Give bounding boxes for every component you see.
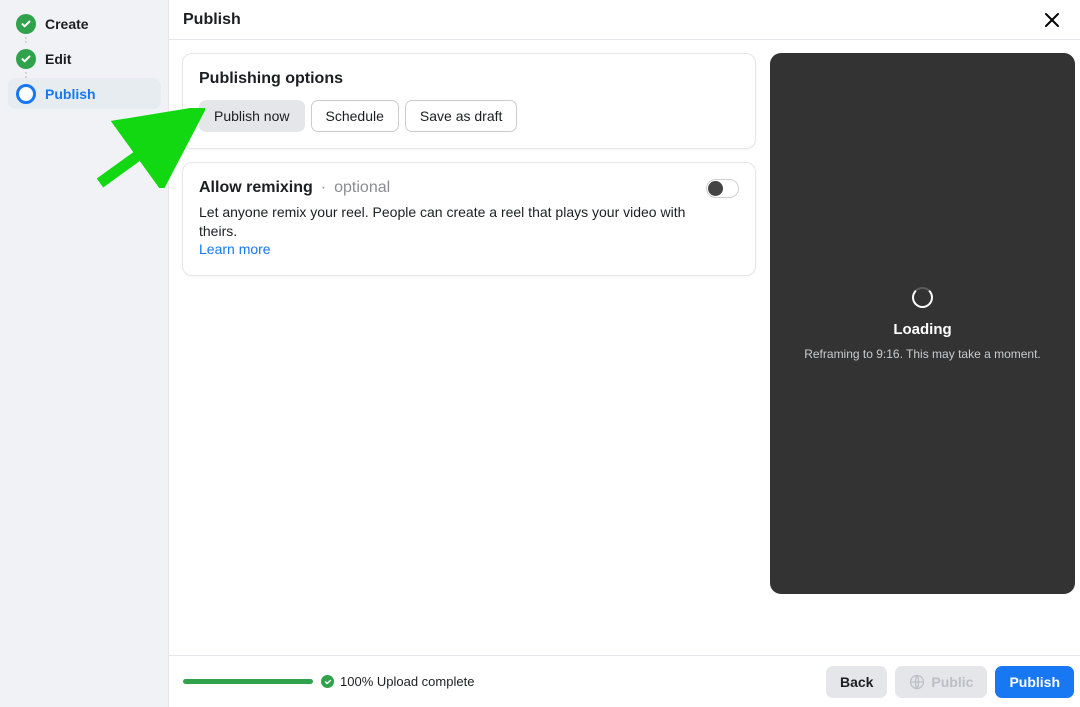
privacy-button[interactable]: Public (895, 666, 987, 698)
upload-status-label: 100% Upload complete (340, 674, 474, 689)
main: Publish Publishing options Publish now S… (169, 0, 1080, 707)
footer: 100% Upload complete Back Public Publish (169, 655, 1080, 707)
video-preview: Loading Reframing to 9:16. This may take… (770, 53, 1075, 594)
remix-title: Allow remixing (199, 179, 313, 197)
check-icon (321, 675, 334, 688)
sidebar: Create Edit Publish (0, 0, 169, 707)
check-icon (16, 14, 36, 34)
toggle-knob (708, 181, 723, 196)
close-button[interactable] (1038, 6, 1066, 34)
allow-remix-card: Allow remixing · optional Let anyone rem… (182, 162, 756, 276)
step-label: Publish (45, 86, 96, 102)
step-connector (25, 39, 161, 43)
card-title: Publishing options (199, 70, 739, 88)
option-schedule[interactable]: Schedule (311, 100, 399, 132)
privacy-label: Public (931, 674, 973, 690)
publishing-options-card: Publishing options Publish now Schedule … (182, 53, 756, 149)
page-title: Publish (183, 11, 241, 29)
option-group: Publish now Schedule Save as draft (199, 100, 739, 132)
option-publish-now[interactable]: Publish now (199, 100, 305, 132)
learn-more-link[interactable]: Learn more (199, 241, 271, 257)
close-icon (1042, 10, 1062, 30)
step-create[interactable]: Create (8, 8, 161, 39)
loading-label: Loading (893, 321, 951, 338)
remix-description: Let anyone remix your reel. People can c… (199, 203, 706, 241)
option-save-draft[interactable]: Save as draft (405, 100, 518, 132)
radio-active-icon (16, 84, 36, 104)
spinner-icon (912, 287, 933, 308)
step-label: Edit (45, 51, 71, 67)
content-area: Publishing options Publish now Schedule … (169, 40, 1080, 655)
loading-subtext: Reframing to 9:16. This may take a momen… (804, 347, 1041, 361)
step-connector (25, 74, 161, 78)
check-icon (16, 49, 36, 69)
upload-status: 100% Upload complete (321, 674, 474, 689)
upload-progress-bar (183, 679, 313, 684)
optional-label: optional (334, 179, 390, 197)
remix-title-row: Allow remixing · optional (199, 179, 706, 197)
back-button[interactable]: Back (826, 666, 887, 698)
publish-button[interactable]: Publish (995, 666, 1074, 698)
remix-toggle[interactable] (706, 179, 739, 198)
dot-separator: · (321, 179, 326, 197)
step-edit[interactable]: Edit (8, 43, 161, 74)
step-label: Create (45, 16, 89, 32)
globe-icon (909, 674, 925, 690)
step-publish[interactable]: Publish (8, 78, 161, 109)
header: Publish (169, 0, 1080, 40)
